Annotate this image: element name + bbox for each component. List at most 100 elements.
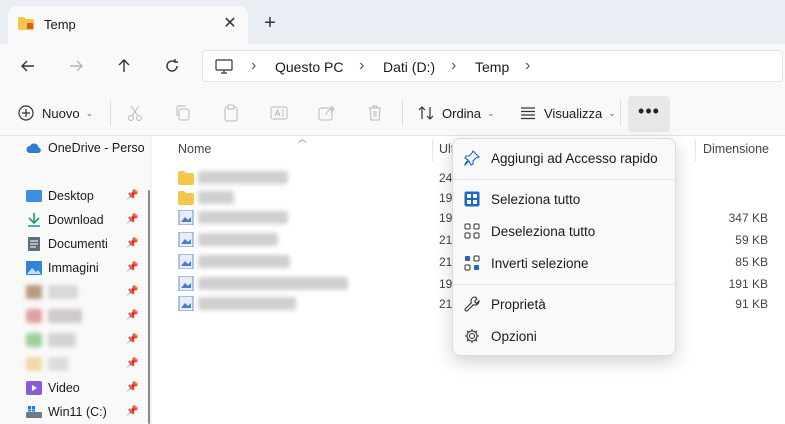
- chevron-down-icon: ⌄: [487, 107, 495, 118]
- redacted-label: [48, 333, 76, 347]
- tab-strip: Temp ✕ +: [0, 0, 785, 44]
- row-date: 21: [439, 255, 453, 269]
- desktop-icon: [26, 190, 42, 202]
- chevron-right-icon: ›: [359, 57, 365, 74]
- arrow-right-icon: [70, 60, 83, 72]
- column-header-name[interactable]: Nome: [178, 142, 211, 156]
- delete-button[interactable]: [366, 98, 384, 128]
- sidebar-item-label: Video: [48, 381, 80, 395]
- breadcrumb-questo-pc[interactable]: Questo PC: [275, 59, 343, 75]
- menu-item-select-all[interactable]: Seleziona tutto: [457, 184, 671, 214]
- invert-selection-icon: [463, 254, 481, 272]
- menu-divider: [453, 179, 675, 180]
- menu-item-properties[interactable]: Proprietà: [457, 289, 671, 319]
- more-options-menu: Aggiungi ad Accesso rapido Seleziona tut…: [452, 138, 676, 356]
- tab-temp[interactable]: Temp ✕: [8, 6, 248, 44]
- column-divider: [695, 140, 696, 162]
- copy-button[interactable]: [174, 98, 192, 128]
- redacted-label: [48, 357, 68, 371]
- row-date: 24: [439, 171, 453, 185]
- menu-item-label: Opzioni: [491, 328, 537, 344]
- redacted-label: [48, 309, 82, 323]
- clipboard-icon: [224, 104, 238, 122]
- scissors-icon: [128, 105, 142, 121]
- chevron-down-icon: ⌄: [85, 107, 94, 118]
- menu-divider: [453, 284, 675, 285]
- forward-button[interactable]: [62, 52, 90, 80]
- redacted-filename: [198, 297, 296, 310]
- rename-button[interactable]: [270, 98, 288, 128]
- breadcrumb-temp[interactable]: Temp: [475, 59, 509, 75]
- sort-indicator-icon: ︿: [298, 134, 308, 144]
- column-divider: [432, 140, 433, 162]
- divider: [620, 100, 621, 126]
- sidebar-item-onedrive[interactable]: OneDrive - Person: [26, 138, 144, 158]
- more-options-button[interactable]: •••: [628, 96, 670, 132]
- row-size: 347 KB: [728, 211, 768, 225]
- tab-title: Temp: [44, 17, 76, 32]
- share-button[interactable]: [318, 98, 336, 128]
- sidebar-item-label: Immagini: [48, 261, 99, 275]
- navigation-bar: › Questo PC › Dati (D:) › Temp ›: [0, 44, 785, 88]
- back-button[interactable]: [14, 52, 42, 80]
- new-tab-button[interactable]: +: [258, 12, 282, 36]
- chevron-down-icon: ⌄: [608, 107, 616, 118]
- column-header-size[interactable]: Dimensione: [703, 142, 769, 156]
- breadcrumb-dati-d[interactable]: Dati (D:): [383, 59, 435, 75]
- sidebar-item-label: Download: [48, 213, 104, 227]
- refresh-icon: [166, 59, 178, 72]
- arrow-left-icon: [21, 60, 34, 72]
- image-file-icon: [178, 254, 194, 269]
- sidebar-item-label: OneDrive - Person: [48, 141, 144, 155]
- menu-item-label: Seleziona tutto: [491, 191, 581, 207]
- pin-icon: [463, 149, 481, 167]
- share-icon: [318, 105, 335, 121]
- pin-icon: 📌: [126, 406, 139, 417]
- pin-icon: 📌: [126, 190, 139, 201]
- redacted-icon: [26, 357, 42, 371]
- deselect-all-icon: [463, 222, 481, 240]
- sort-icon: [418, 106, 434, 120]
- up-button[interactable]: [110, 52, 138, 80]
- address-bar[interactable]: › Questo PC › Dati (D:) › Temp ›: [202, 50, 783, 82]
- chevron-right-icon: ›: [451, 57, 457, 74]
- sidebar-scrollbar[interactable]: [148, 190, 150, 424]
- new-button-label: Nuovo: [42, 105, 80, 121]
- document-icon: [28, 237, 40, 251]
- paste-button[interactable]: [222, 98, 240, 128]
- refresh-button[interactable]: [158, 52, 186, 80]
- menu-item-invert-selection[interactable]: Inverti selezione: [457, 248, 671, 278]
- image-file-icon: [178, 232, 194, 247]
- menu-item-options[interactable]: Opzioni: [457, 321, 671, 351]
- image-file-icon: [178, 276, 194, 291]
- drive-icon: [26, 406, 42, 418]
- divider: [402, 100, 403, 126]
- row-date: 19: [439, 277, 453, 291]
- new-button[interactable]: Nuovo ⌄: [18, 98, 93, 128]
- pin-icon: 📌: [126, 286, 139, 297]
- row-size: 91 KB: [735, 297, 768, 311]
- close-icon[interactable]: ✕: [220, 14, 240, 34]
- row-date: 19: [439, 191, 453, 205]
- sidebar-item-label: Documenti: [48, 237, 108, 251]
- row-size: 191 KB: [728, 277, 768, 291]
- redacted-icon: [26, 285, 42, 299]
- select-all-icon: [463, 190, 481, 208]
- cut-button[interactable]: [126, 98, 144, 128]
- menu-item-deselect-all[interactable]: Deseleziona tutto: [457, 216, 671, 246]
- redacted-filename: [198, 191, 234, 204]
- rename-icon: [270, 106, 288, 120]
- wrench-icon: [463, 295, 481, 313]
- view-button[interactable]: Visualizza ⌄: [520, 98, 616, 128]
- menu-item-label: Inverti selezione: [491, 255, 589, 271]
- chevron-right-icon: ›: [525, 57, 531, 74]
- image-file-icon: [178, 296, 194, 311]
- row-date: 21: [439, 233, 453, 247]
- sort-button[interactable]: Ordina ⌄: [418, 98, 495, 128]
- download-icon: [28, 213, 40, 227]
- menu-item-label: Proprietà: [491, 296, 546, 312]
- menu-item-pin-quick-access[interactable]: Aggiungi ad Accesso rapido: [457, 143, 671, 173]
- row-date: 19: [439, 211, 453, 225]
- redacted-icon: [26, 309, 42, 323]
- pin-icon: 📌: [126, 310, 139, 321]
